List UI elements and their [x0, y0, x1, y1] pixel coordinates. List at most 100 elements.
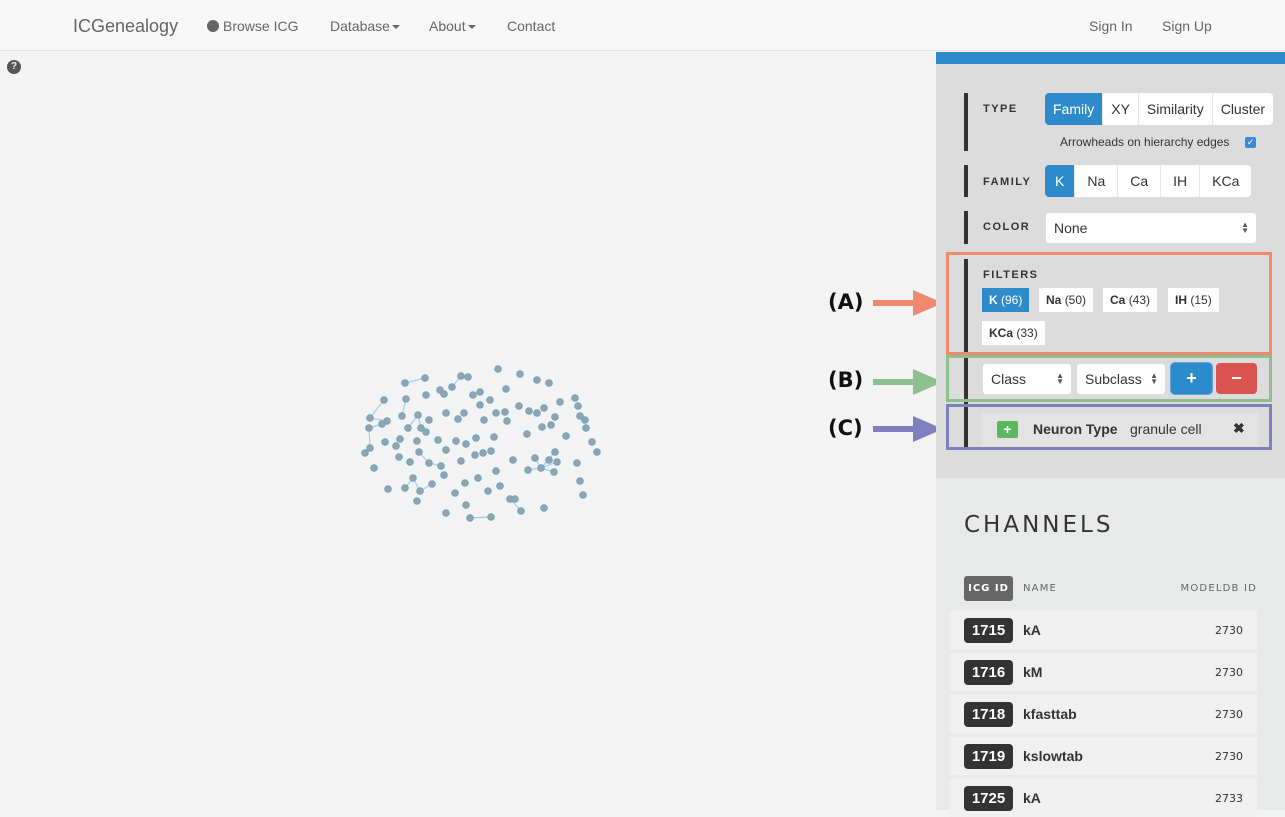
graph-node[interactable]: [457, 372, 465, 380]
graph-node[interactable]: [545, 456, 553, 464]
graph-node[interactable]: [461, 479, 469, 487]
graph-node[interactable]: [550, 468, 558, 476]
graph-node[interactable]: [562, 432, 570, 440]
family-k-button[interactable]: K: [1045, 165, 1075, 197]
family-ih-button[interactable]: IH: [1160, 165, 1199, 197]
graph-node[interactable]: [402, 395, 410, 403]
type-similarity-button[interactable]: Similarity: [1137, 93, 1212, 125]
graph-node[interactable]: [415, 448, 423, 456]
graph-node[interactable]: [492, 467, 500, 475]
type-xy-button[interactable]: XY: [1102, 93, 1138, 125]
graph-node[interactable]: [396, 435, 404, 443]
graph-node[interactable]: [414, 411, 422, 419]
graph-node[interactable]: [404, 424, 412, 432]
graph-node[interactable]: [416, 487, 424, 495]
graph-node[interactable]: [409, 474, 417, 482]
graph-node[interactable]: [515, 402, 523, 410]
name-header[interactable]: NAME: [1023, 583, 1057, 594]
graph-node[interactable]: [365, 424, 373, 432]
graph-node[interactable]: [440, 471, 448, 479]
graph-node[interactable]: [545, 379, 553, 387]
graph-node[interactable]: [476, 401, 484, 409]
graph-node[interactable]: [547, 421, 555, 429]
graph-node[interactable]: [571, 394, 579, 402]
graph-node[interactable]: [366, 414, 374, 422]
graph-node[interactable]: [464, 373, 472, 381]
graph-node[interactable]: [576, 477, 584, 485]
graph-node[interactable]: [442, 409, 450, 417]
graph-node[interactable]: [551, 413, 559, 421]
graph-node[interactable]: [425, 416, 433, 424]
graph-node[interactable]: [471, 451, 479, 459]
channel-row[interactable]: 1715 kA 2730: [950, 611, 1257, 649]
modeldb-id-header[interactable]: MODELDB ID: [1181, 583, 1257, 594]
graph-node[interactable]: [361, 449, 369, 457]
sign-in-link[interactable]: Sign In: [1089, 18, 1133, 34]
graph-node[interactable]: [551, 448, 559, 456]
graph-node[interactable]: [494, 365, 502, 373]
graph-node[interactable]: [492, 409, 500, 417]
graph-node[interactable]: [523, 430, 531, 438]
graph-node[interactable]: [588, 438, 596, 446]
graph-node[interactable]: [501, 408, 509, 416]
graph-node[interactable]: [540, 504, 548, 512]
graph-node[interactable]: [516, 370, 524, 378]
graph-node[interactable]: [401, 484, 409, 492]
graph-node[interactable]: [440, 390, 448, 398]
graph-node[interactable]: [395, 453, 403, 461]
graph-node[interactable]: [533, 376, 541, 384]
graph-node[interactable]: [490, 433, 498, 441]
graph-node[interactable]: [422, 428, 430, 436]
graph-node[interactable]: [531, 454, 539, 462]
graph-node[interactable]: [462, 501, 470, 509]
color-select[interactable]: None ▲ ▼: [1045, 212, 1257, 244]
graph-node[interactable]: [581, 416, 589, 424]
channel-row[interactable]: 1716 kM 2730: [950, 653, 1257, 691]
graph-node[interactable]: [401, 379, 409, 387]
graph-node[interactable]: [448, 383, 456, 391]
channel-row[interactable]: 1725 kA 2733: [950, 779, 1257, 817]
graph-node[interactable]: [476, 388, 484, 396]
graph-node[interactable]: [524, 466, 532, 474]
graph-node[interactable]: [425, 459, 433, 467]
graph-node[interactable]: [593, 448, 601, 456]
graph-node[interactable]: [556, 398, 564, 406]
network-graph[interactable]: [0, 52, 935, 810]
graph-node[interactable]: [428, 480, 436, 488]
graph-node[interactable]: [380, 396, 388, 404]
graph-node[interactable]: [366, 444, 374, 452]
graph-node[interactable]: [451, 489, 459, 497]
graph-node[interactable]: [509, 456, 517, 464]
graph-node[interactable]: [406, 458, 414, 466]
graph-node[interactable]: [442, 509, 450, 517]
nav-about[interactable]: About: [429, 18, 476, 34]
graph-node[interactable]: [574, 402, 582, 410]
graph-node[interactable]: [479, 449, 487, 457]
graph-node[interactable]: [466, 514, 474, 522]
graph-node[interactable]: [434, 436, 442, 444]
graph-node[interactable]: [462, 440, 470, 448]
graph-node[interactable]: [413, 497, 421, 505]
nav-contact[interactable]: Contact: [507, 18, 555, 34]
graph-node[interactable]: [392, 442, 400, 450]
graph-node[interactable]: [421, 374, 429, 382]
type-family-button[interactable]: Family: [1045, 93, 1103, 125]
graph-node[interactable]: [472, 434, 480, 442]
graph-node[interactable]: [486, 396, 494, 404]
arrowheads-checkbox[interactable]: ✓: [1245, 137, 1256, 148]
graph-node[interactable]: [384, 485, 392, 493]
channel-row[interactable]: 1719 kslowtab 2730: [950, 737, 1257, 775]
graph-node[interactable]: [537, 464, 545, 472]
graph-node[interactable]: [540, 404, 548, 412]
graph-node[interactable]: [480, 416, 488, 424]
graph-node[interactable]: [496, 482, 504, 490]
graph-node[interactable]: [370, 464, 378, 472]
graph-node[interactable]: [487, 447, 495, 455]
graph-node[interactable]: [502, 385, 510, 393]
graph-node[interactable]: [511, 495, 519, 503]
graph-node[interactable]: [538, 423, 546, 431]
graph-node[interactable]: [457, 457, 465, 465]
graph-node[interactable]: [487, 513, 495, 521]
family-na-button[interactable]: Na: [1074, 165, 1117, 197]
graph-node[interactable]: [579, 491, 587, 499]
